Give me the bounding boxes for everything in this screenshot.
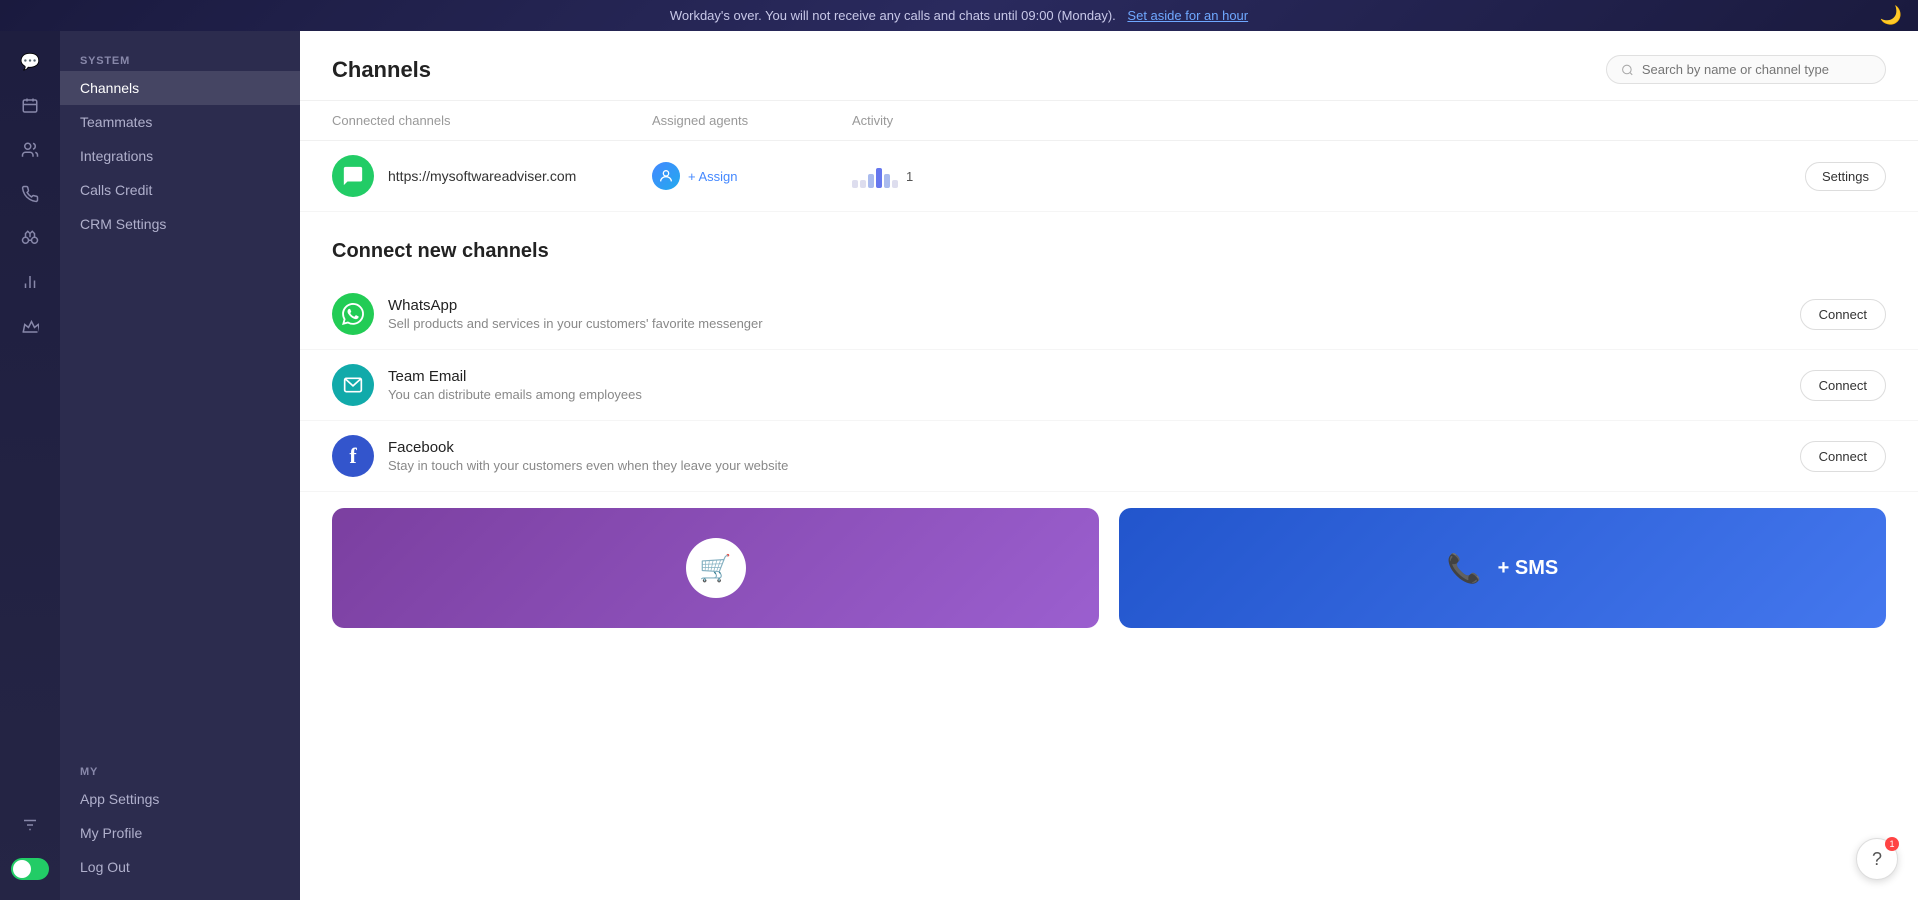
whatsapp-desc: Sell products and services in your custo… <box>388 316 1800 331</box>
top-banner: Workday's over. You will not receive any… <box>0 0 1918 31</box>
chart-icon-btn[interactable] <box>11 263 49 301</box>
activity-cell: 1 <box>852 164 1012 188</box>
agent-avatar <box>652 162 680 190</box>
bar-2 <box>860 180 866 188</box>
connect-section-title: Connect new channels <box>300 212 1918 279</box>
basket-icon: 🛒 <box>686 538 746 598</box>
facebook-connect-button[interactable]: Connect <box>1800 441 1886 472</box>
settings-button[interactable]: Settings <box>1805 162 1886 191</box>
activity-count: 1 <box>906 169 913 184</box>
promo-cards: 🛒 📞 + SMS <box>300 508 1918 652</box>
system-section-label: SYSTEM <box>60 47 300 71</box>
bar-1 <box>852 180 858 188</box>
nav-item-calls-credit[interactable]: Calls Credit <box>60 173 300 207</box>
banner-message: Workday's over. You will not receive any… <box>670 8 1116 23</box>
col-header-agents: Assigned agents <box>652 113 852 128</box>
app-body: 💬 SYSTEM Channels Teammates Integrations <box>0 31 1918 900</box>
phone-icon-btn[interactable] <box>11 175 49 213</box>
channels-header: Channels <box>300 31 1918 101</box>
main-content: Channels Connected channels Assigned age… <box>300 31 1918 900</box>
my-section-label: MY <box>60 758 300 782</box>
crown-icon-btn[interactable] <box>11 307 49 345</box>
nav-item-integrations[interactable]: Integrations <box>60 139 300 173</box>
moon-icon: 🌙 <box>1880 5 1902 26</box>
bar-4 <box>876 168 882 188</box>
activity-bars <box>852 164 898 188</box>
assign-link[interactable]: + Assign <box>688 169 738 184</box>
bar-6 <box>892 180 898 188</box>
whatsapp-row: WhatsApp Sell products and services in y… <box>300 279 1918 350</box>
team-icon-btn[interactable] <box>11 131 49 169</box>
table-row: https://mysoftwareadviser.com + Assign 1 <box>300 141 1918 212</box>
channel-url: https://mysoftwareadviser.com <box>388 168 576 184</box>
phone-icon: 📞 <box>1447 552 1482 585</box>
whatsapp-info: WhatsApp Sell products and services in y… <box>388 297 1800 331</box>
contacts-icon-btn[interactable] <box>11 87 49 125</box>
whatsapp-name: WhatsApp <box>388 297 1800 314</box>
facebook-row: f Facebook Stay in touch with your custo… <box>300 421 1918 492</box>
action-cell: Settings <box>1012 162 1886 191</box>
nav-item-app-settings[interactable]: App Settings <box>60 782 300 816</box>
help-notification-badge: 1 <box>1885 837 1899 851</box>
promo-card-sms-content: 📞 + SMS <box>1423 552 1582 585</box>
col-header-connected: Connected channels <box>332 113 652 128</box>
facebook-info: Facebook Stay in touch with your custome… <box>388 439 1800 473</box>
filter-icon-btn[interactable] <box>11 806 49 844</box>
promo-card-basket-content: 🛒 <box>662 538 770 598</box>
set-aside-link[interactable]: Set aside for an hour <box>1127 8 1248 23</box>
table-header: Connected channels Assigned agents Activ… <box>300 101 1918 141</box>
agents-cell: + Assign <box>652 162 852 190</box>
nav-item-log-out[interactable]: Log Out <box>60 850 300 884</box>
whatsapp-connect-button[interactable]: Connect <box>1800 299 1886 330</box>
email-desc: You can distribute emails among employee… <box>388 387 1800 402</box>
page-title: Channels <box>332 57 431 83</box>
nav-item-crm-settings[interactable]: CRM Settings <box>60 207 300 241</box>
email-name: Team Email <box>388 368 1800 385</box>
nav-item-my-profile[interactable]: My Profile <box>60 816 300 850</box>
nav-sidebar: SYSTEM Channels Teammates Integrations C… <box>60 31 300 900</box>
search-box[interactable] <box>1606 55 1886 84</box>
col-header-activity: Activity <box>852 113 1012 128</box>
channel-icon <box>332 155 374 197</box>
promo-card-sms[interactable]: 📞 + SMS <box>1119 508 1886 628</box>
email-info: Team Email You can distribute emails amo… <box>388 368 1800 402</box>
help-button[interactable]: ? 1 <box>1856 838 1898 880</box>
promo-card-basket[interactable]: 🛒 <box>332 508 1099 628</box>
sms-text: + SMS <box>1498 557 1559 580</box>
facebook-name: Facebook <box>388 439 1800 456</box>
nav-item-teammates[interactable]: Teammates <box>60 105 300 139</box>
col-header-action <box>1012 113 1886 128</box>
search-input[interactable] <box>1642 62 1871 77</box>
email-connect-button[interactable]: Connect <box>1800 370 1886 401</box>
icon-sidebar: 💬 <box>0 31 60 900</box>
search-icon <box>1621 63 1634 77</box>
facebook-desc: Stay in touch with your customers even w… <box>388 458 1800 473</box>
status-toggle[interactable] <box>11 858 49 880</box>
whatsapp-icon <box>332 293 374 335</box>
bar-3 <box>868 174 874 188</box>
nav-item-channels[interactable]: Channels <box>60 71 300 105</box>
bar-5 <box>884 174 890 188</box>
chat-icon-btn[interactable]: 💬 <box>11 43 49 81</box>
facebook-icon: f <box>332 435 374 477</box>
help-icon: ? <box>1872 849 1882 870</box>
email-icon <box>332 364 374 406</box>
email-row: Team Email You can distribute emails amo… <box>300 350 1918 421</box>
channel-cell: https://mysoftwareadviser.com <box>332 155 652 197</box>
binoculars-icon-btn[interactable] <box>11 219 49 257</box>
